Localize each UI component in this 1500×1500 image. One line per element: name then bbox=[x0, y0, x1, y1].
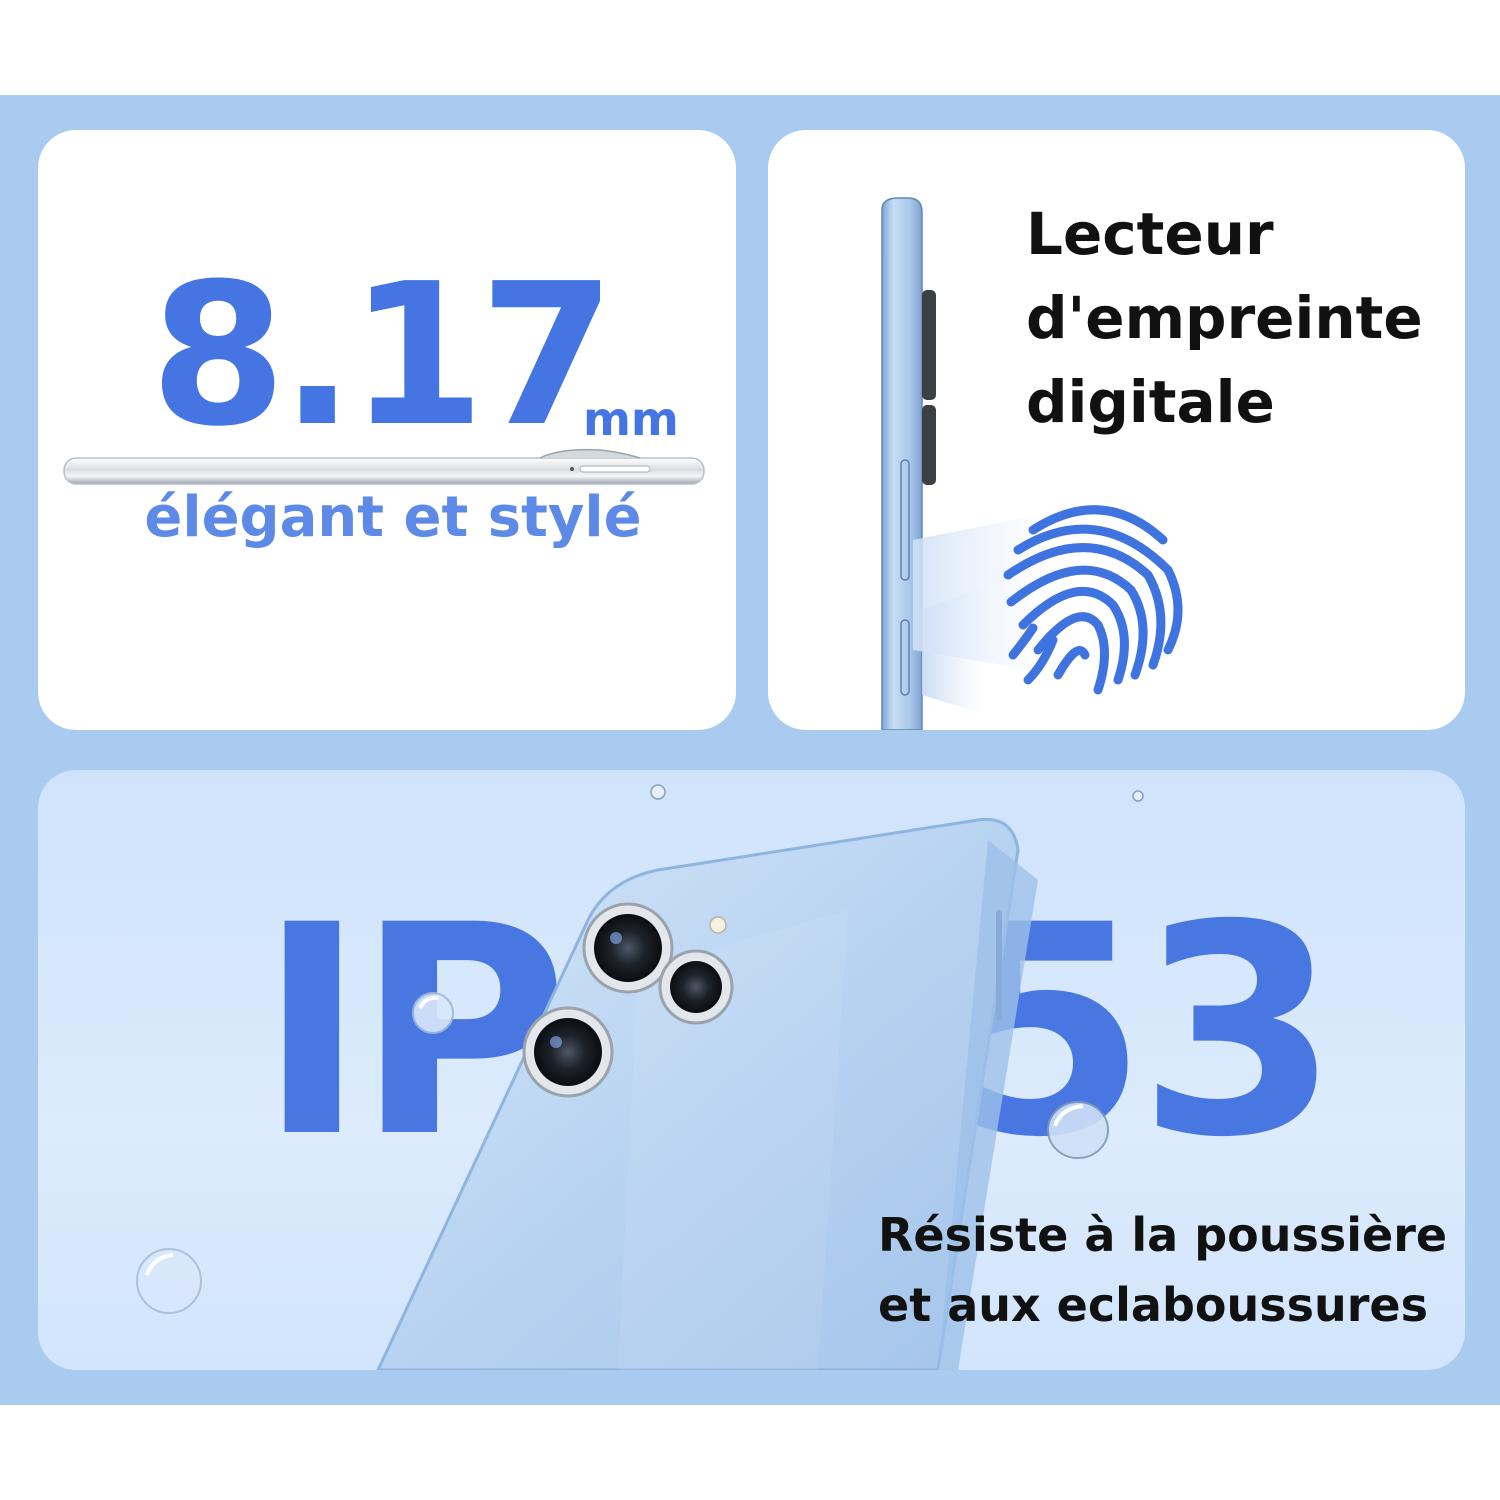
water-droplet-icon bbox=[1132, 790, 1144, 802]
thickness-value: 8.17 bbox=[150, 242, 616, 470]
ip-rating-card: IP 53 Résiste à la poussière et aux ecla… bbox=[38, 770, 1465, 1370]
water-droplet-icon bbox=[650, 784, 666, 800]
ip-caption-line: et aux eclaboussures bbox=[878, 1278, 1429, 1332]
fingerprint-title-line: d'empreinte bbox=[1026, 284, 1423, 352]
thickness-card: 8.17 mm élégant et stylé bbox=[38, 130, 736, 730]
ip-rating-caption: Résiste à la poussière et aux eclaboussu… bbox=[878, 1200, 1465, 1340]
water-droplet-icon bbox=[136, 1248, 202, 1314]
water-droplet-icon bbox=[1047, 1101, 1109, 1159]
fingerprint-title-line: digitale bbox=[1026, 368, 1275, 436]
thickness-unit: mm bbox=[583, 392, 679, 446]
phone-side-icon bbox=[63, 448, 705, 485]
fingerprint-title-line: Lecteur bbox=[1026, 200, 1274, 268]
fingerprint-card: Lecteur d'empreinte digitale bbox=[768, 130, 1465, 730]
fingerprint-icon bbox=[913, 505, 1183, 695]
water-droplet-icon bbox=[412, 992, 454, 1034]
thickness-caption: élégant et stylé bbox=[144, 485, 642, 550]
fingerprint-title: Lecteur d'empreinte digitale bbox=[1026, 192, 1446, 444]
ip-caption-line: Résiste à la poussière bbox=[878, 1208, 1448, 1262]
